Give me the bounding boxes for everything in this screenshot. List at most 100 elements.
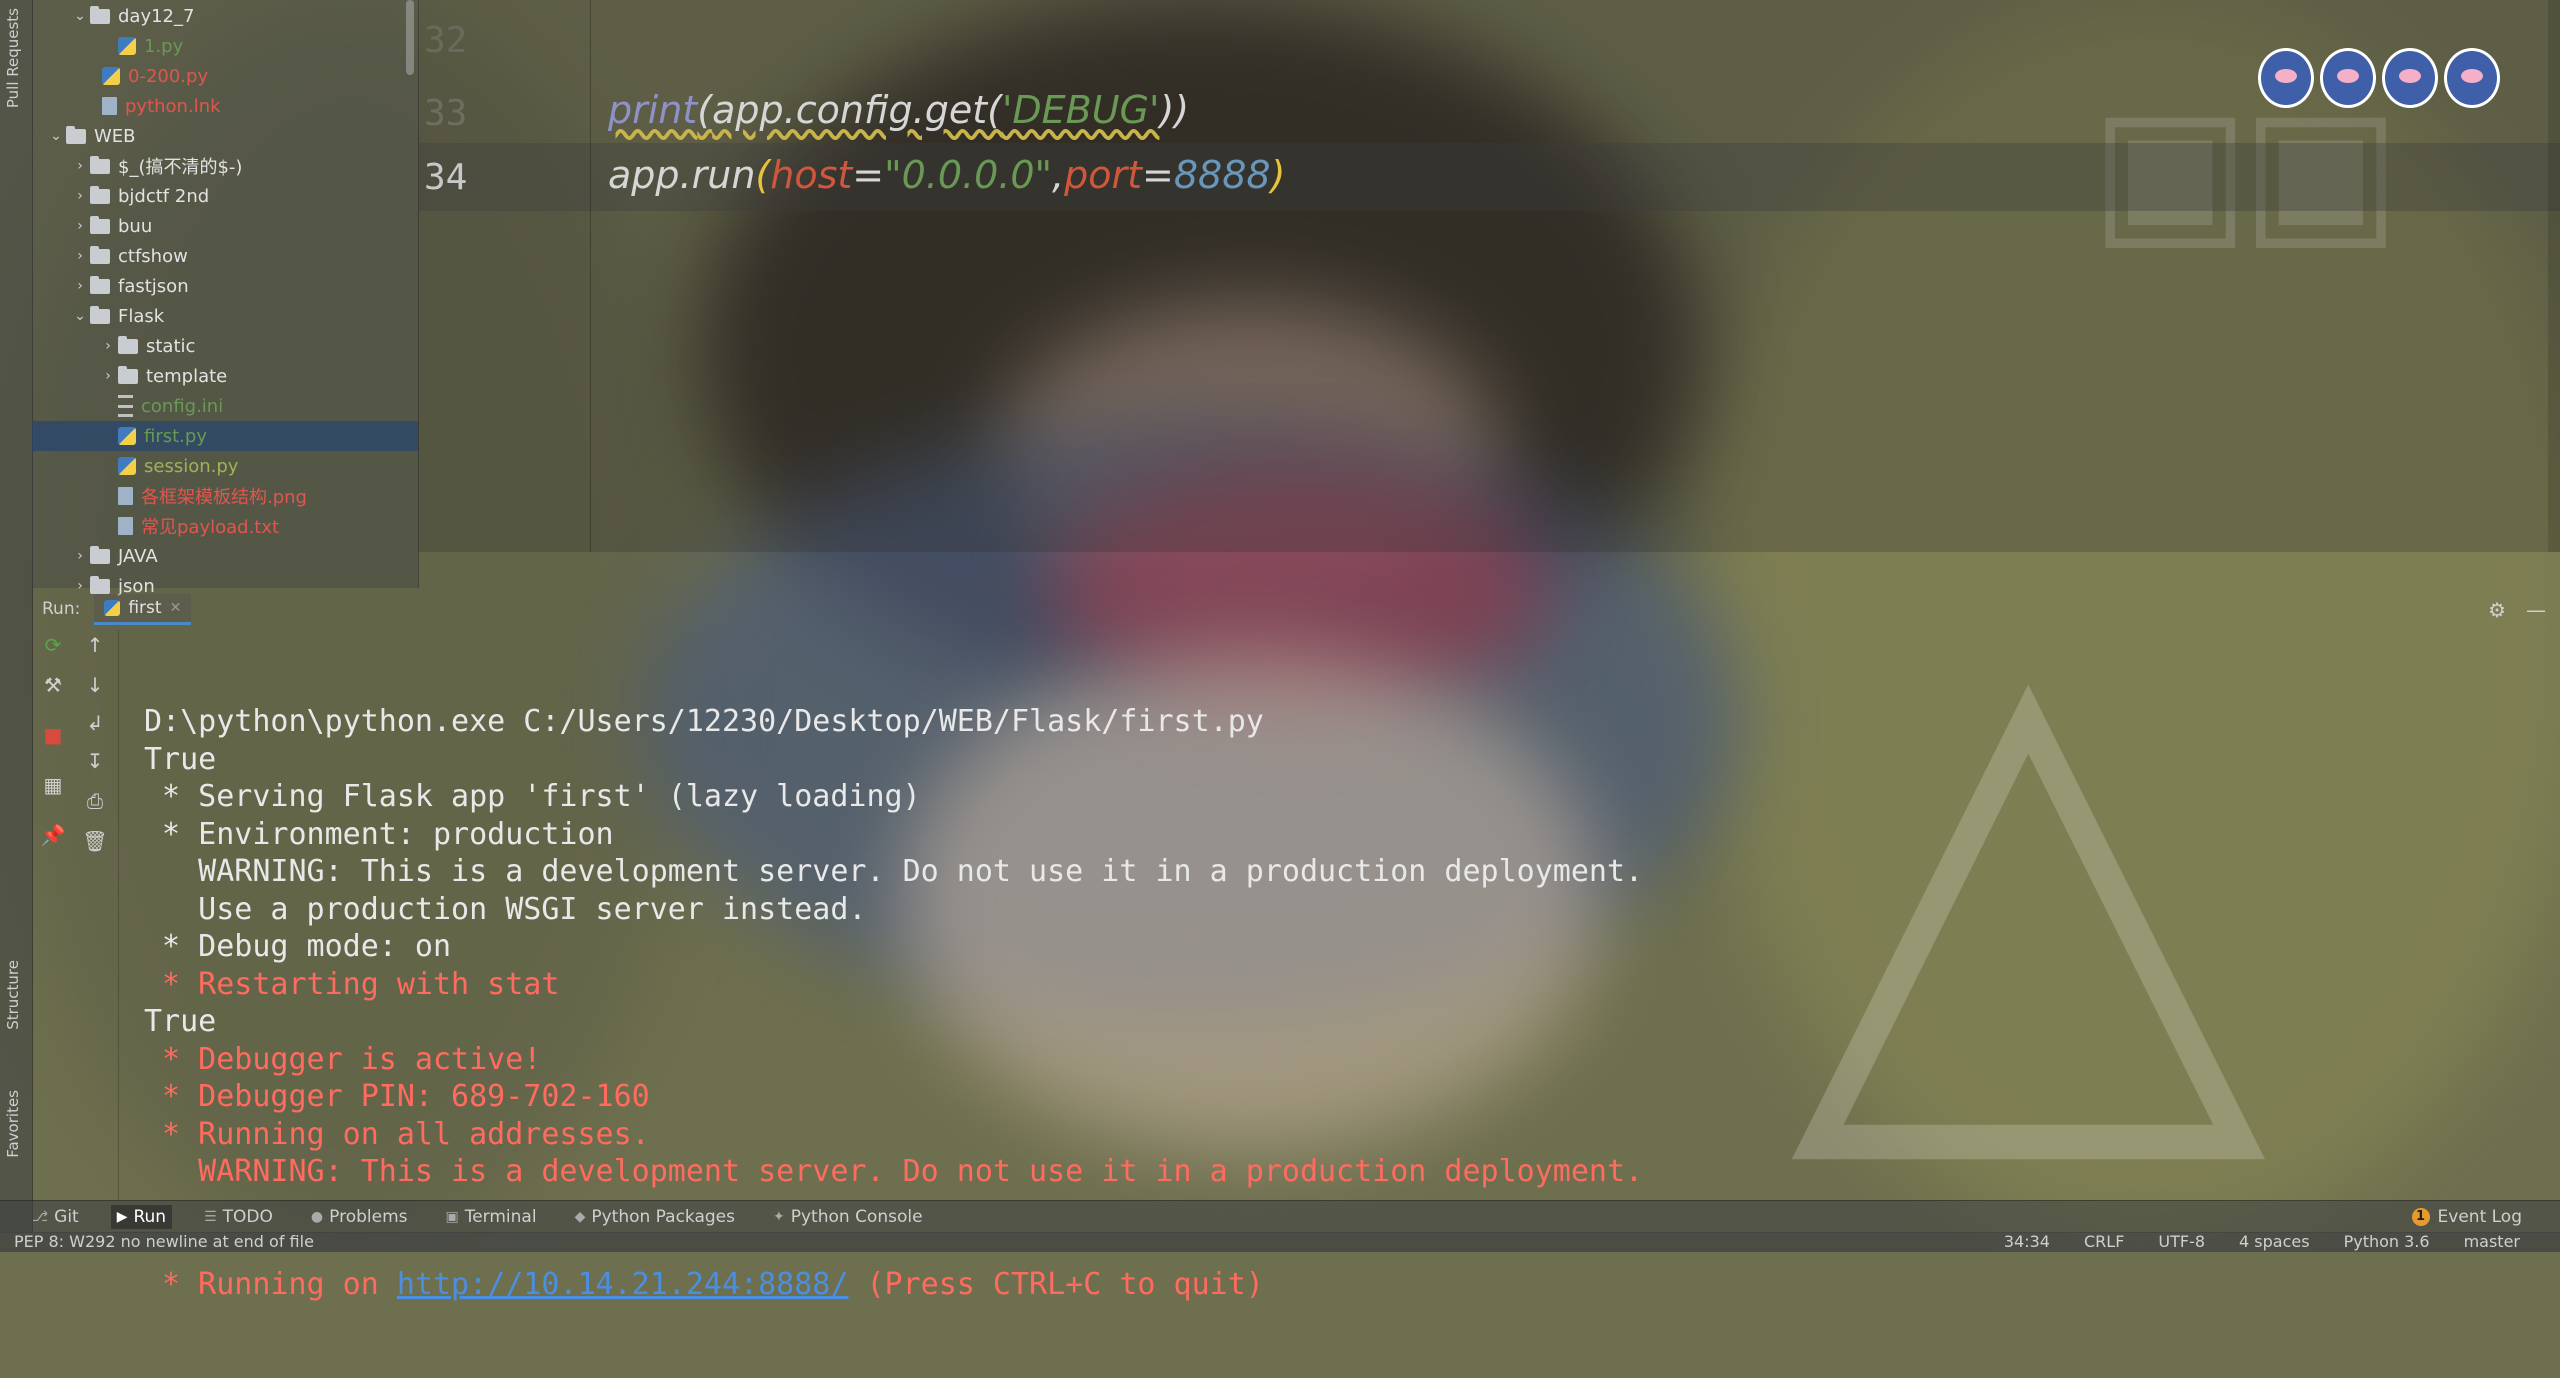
trash-icon[interactable]: 🗑	[82, 828, 108, 854]
rerun-icon[interactable]: ⟳	[40, 632, 66, 658]
tree-item-label: ctfshow	[118, 245, 188, 267]
tree-item[interactable]: › static	[32, 331, 418, 361]
run-console[interactable]: D:\python\python.exe C:/Users/12230/Desk…	[144, 628, 1643, 1378]
tree-item-label: first.py	[144, 425, 207, 447]
chevron-right-icon[interactable]: ›	[70, 158, 90, 174]
structure-tab[interactable]: Structure	[4, 960, 22, 1030]
equals-token: =	[1142, 153, 1174, 197]
soft-wrap-icon[interactable]: ↲	[82, 710, 108, 736]
code-line-34[interactable]: app.run(host="0.0.0.0",port=8888)	[608, 153, 1285, 197]
tool-tab-python-packages[interactable]: ◆ Python Packages	[569, 1205, 741, 1229]
console-line: * Running on http://10.14.21.244:8888/ (…	[144, 1266, 1643, 1304]
line-separator[interactable]: CRLF	[2084, 1232, 2124, 1251]
mascot-icon	[2320, 48, 2376, 108]
tree-item[interactable]: › bjdctf 2nd	[32, 181, 418, 211]
tool-tab-terminal[interactable]: ▣ Terminal	[439, 1205, 542, 1229]
tool-tab-run[interactable]: ▶ Run	[110, 1205, 173, 1229]
chevron-right-icon[interactable]: ›	[70, 188, 90, 204]
tree-item-label: JAVA	[118, 545, 158, 567]
scroll-to-end-icon[interactable]: ↧	[82, 748, 108, 774]
run-side-toolbar: ⟳ ↑ ⚒ ↓ ↲ ■ ↧ ▦ ⎙ 📌 🗑	[32, 630, 119, 1200]
interpreter-selector[interactable]: Python 3.6	[2344, 1232, 2430, 1251]
code-editor[interactable]: 32 33 34 print(app.config.get('DEBUG')) …	[418, 0, 2560, 552]
chevron-right-icon[interactable]: ›	[70, 218, 90, 234]
console-line: * Debug mode: on	[144, 929, 452, 964]
wrench-icon[interactable]: ⚒	[40, 672, 66, 698]
tree-item[interactable]: 0-200.py	[32, 61, 418, 91]
python-file-icon	[118, 427, 136, 445]
tool-tab-python-console[interactable]: ✦ Python Console	[767, 1205, 929, 1229]
run-tab-label: first	[128, 597, 162, 618]
run-tab-first[interactable]: first ✕	[94, 593, 192, 625]
tree-item[interactable]: › buu	[32, 211, 418, 241]
console-line: True	[144, 741, 217, 777]
console-line: True	[144, 1004, 217, 1039]
event-log-button[interactable]: 1 Event Log	[2411, 1207, 2522, 1227]
tree-item-label: 常见payload.txt	[141, 517, 280, 538]
favorites-label: Favorites	[4, 1090, 22, 1158]
console-line: Use a production WSGI server instead.	[144, 891, 867, 927]
favorites-tab[interactable]: Favorites	[4, 1090, 22, 1158]
chevron-right-icon[interactable]: ›	[70, 248, 90, 264]
pull-requests-label: Pull Requests	[4, 8, 22, 109]
tree-item[interactable]: › JAVA	[32, 541, 418, 571]
arrow-down-icon[interactable]: ↓	[82, 672, 108, 698]
run-panel-header: Run: first ✕ ⚙ —	[32, 588, 2560, 630]
chevron-right-icon[interactable]: ›	[98, 368, 118, 384]
chevron-down-icon[interactable]: ⌄	[70, 8, 90, 24]
chevron-right-icon[interactable]: ›	[98, 338, 118, 354]
close-icon[interactable]: ✕	[170, 600, 182, 616]
tree-item[interactable]: › ctfshow	[32, 241, 418, 271]
chevron-down-icon[interactable]: ⌄	[70, 308, 90, 324]
layout-icon[interactable]: ▦	[40, 772, 66, 798]
tree-item[interactable]: config.ini	[32, 391, 418, 421]
server-url-link[interactable]: http://10.14.21.244:8888/	[397, 1267, 849, 1302]
folder-icon	[90, 305, 110, 324]
folder-icon	[90, 5, 110, 24]
arrow-up-icon[interactable]: ↑	[82, 632, 108, 658]
tree-item-label: day12_7	[118, 5, 195, 27]
minimize-icon[interactable]: —	[2526, 598, 2546, 622]
indent-setting[interactable]: 4 spaces	[2239, 1232, 2310, 1251]
equals-token: =	[852, 153, 885, 197]
tree-item[interactable]: › fastjson	[32, 271, 418, 301]
stop-icon[interactable]: ■	[40, 722, 66, 748]
structure-label: Structure	[4, 960, 22, 1030]
chevron-right-icon[interactable]: ›	[70, 548, 90, 564]
tree-item[interactable]: 常见payload.txt	[32, 511, 418, 541]
tree-item[interactable]: › template	[32, 361, 418, 391]
tree-item[interactable]: first.py	[32, 421, 418, 451]
status-bar: PEP 8: W292 no newline at end of file 34…	[0, 1232, 2560, 1252]
file-encoding[interactable]: UTF-8	[2158, 1232, 2205, 1251]
print-icon[interactable]: ⎙	[82, 788, 108, 814]
code-line-33[interactable]: print(app.config.get('DEBUG'))	[608, 88, 1189, 132]
tree-item-label: 0-200.py	[128, 65, 209, 87]
tool-tab-todo[interactable]: ☰ TODO	[198, 1205, 279, 1229]
tree-item[interactable]: ⌄ day12_7	[32, 1, 418, 31]
tree-item[interactable]: session.py	[32, 451, 418, 481]
tool-tab-git[interactable]: ⎇ Git	[26, 1205, 85, 1229]
print-token: print	[608, 88, 698, 132]
comma-token: ,	[1052, 153, 1065, 197]
tree-item[interactable]: 1.py	[32, 31, 418, 61]
folder-icon	[90, 155, 110, 174]
tree-item[interactable]: ⌄ Flask	[32, 301, 418, 331]
file-icon	[118, 487, 133, 505]
chevron-right-icon[interactable]: ›	[70, 278, 90, 294]
tree-item[interactable]: › $_(搞不清的$-)	[32, 151, 418, 181]
mascot-icon	[2382, 48, 2438, 108]
pull-requests-tab[interactable]: Pull Requests	[4, 8, 22, 108]
editor-scrollbar[interactable]	[2548, 0, 2560, 552]
tree-item[interactable]: python.lnk	[32, 91, 418, 121]
tree-item[interactable]: ⌄ WEB	[32, 121, 418, 151]
pin-icon[interactable]: 📌	[40, 822, 66, 848]
chevron-down-icon[interactable]: ⌄	[46, 128, 66, 144]
tree-item[interactable]: 各框架模板结构.png	[32, 481, 418, 511]
tool-tab-label: Terminal	[464, 1207, 537, 1227]
gear-icon[interactable]: ⚙	[2488, 598, 2506, 622]
tool-tab-problems[interactable]: ● Problems	[305, 1205, 414, 1229]
tree-item-label: 1.py	[144, 35, 184, 57]
tree-item-label: 各框架模板结构.png	[141, 487, 307, 508]
git-branch[interactable]: master	[2464, 1232, 2520, 1251]
caret-position[interactable]: 34:34	[2004, 1232, 2050, 1251]
